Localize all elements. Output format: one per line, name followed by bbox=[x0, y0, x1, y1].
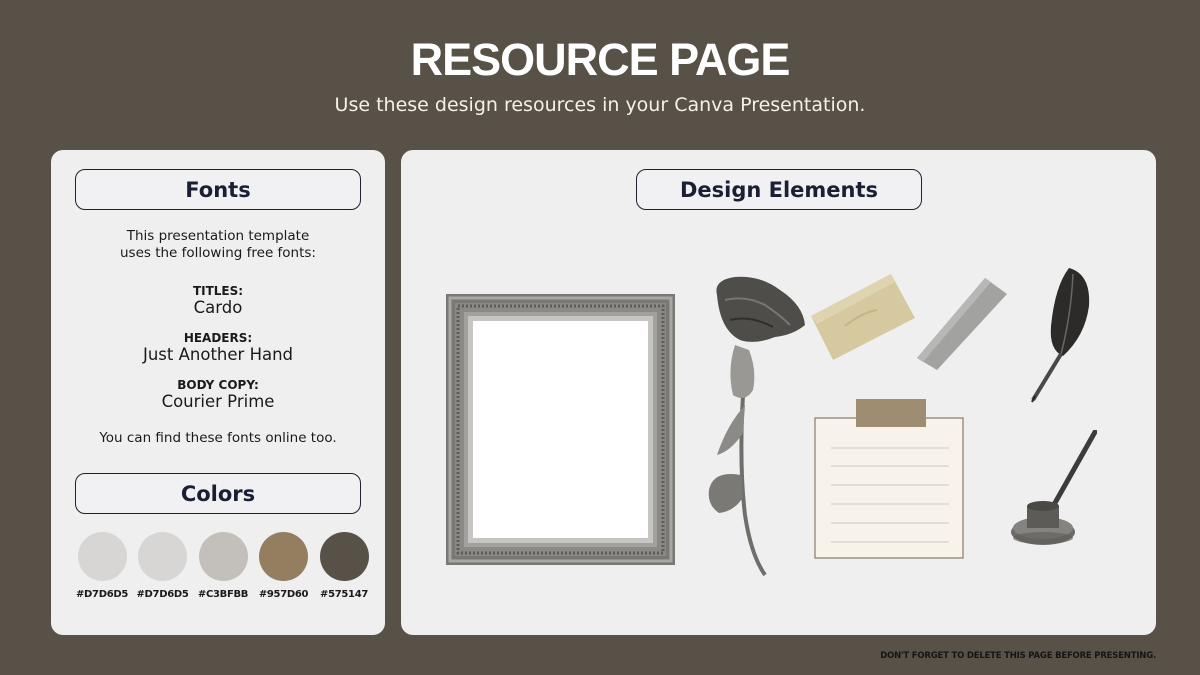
font-entry-headers: HEADERS: Just Another Hand bbox=[51, 331, 385, 364]
color-swatch: #D7D6D5 bbox=[75, 532, 129, 600]
font-entry-body: BODY COPY: Courier Prime bbox=[51, 378, 385, 411]
swatch-dot bbox=[319, 532, 369, 581]
page-title: RESOURCE PAGE bbox=[410, 34, 791, 85]
swatch-dot bbox=[77, 532, 127, 581]
font-name: Just Another Hand bbox=[142, 345, 294, 364]
font-entry-titles: TITLES: Cardo bbox=[51, 284, 385, 317]
fonts-intro-line: This presentation template bbox=[126, 228, 310, 244]
dried-rose-element[interactable] bbox=[705, 275, 815, 580]
color-swatches: #D7D6D5 #D7D6D5 #C3BFBB #957D60 #575147 bbox=[75, 532, 371, 600]
page-subtitle: Use these design resources in your Canva… bbox=[334, 94, 866, 116]
swatch-hex: #D7D6D5 bbox=[75, 589, 129, 600]
swatch-dot bbox=[138, 532, 187, 581]
swatch-hex: #957D60 bbox=[258, 589, 309, 600]
fonts-colors-panel: Fonts This presentation template uses th… bbox=[51, 150, 385, 635]
color-swatch: #D7D6D5 bbox=[136, 532, 190, 600]
quill-feather-element[interactable] bbox=[1029, 266, 1093, 404]
beige-tape-element[interactable] bbox=[805, 266, 917, 362]
gray-tape-element[interactable] bbox=[915, 276, 1011, 372]
delete-reminder-note: DON'T FORGET TO DELETE THIS PAGE BEFORE … bbox=[880, 651, 1156, 661]
font-name: Cardo bbox=[193, 298, 243, 317]
font-name: Courier Prime bbox=[161, 392, 275, 411]
inkwell-element[interactable] bbox=[1005, 430, 1097, 548]
swatch-dot bbox=[259, 532, 308, 581]
colors-heading: Colors bbox=[75, 473, 361, 514]
swatch-hex: #575147 bbox=[319, 589, 369, 600]
color-swatch: #957D60 bbox=[257, 532, 311, 600]
font-label: BODY COPY: bbox=[177, 378, 259, 392]
fonts-heading: Fonts bbox=[75, 169, 361, 210]
fonts-intro-line: uses the following free fonts: bbox=[119, 245, 316, 261]
font-label: TITLES: bbox=[192, 284, 244, 298]
swatch-hex: #D7D6D5 bbox=[136, 589, 189, 600]
picture-frame-element[interactable] bbox=[445, 293, 677, 567]
design-elements-panel: Design Elements bbox=[401, 150, 1156, 635]
fonts-intro: This presentation template uses the foll… bbox=[51, 228, 385, 262]
design-elements-heading: Design Elements bbox=[636, 169, 922, 210]
font-label: HEADERS: bbox=[183, 331, 253, 345]
lined-note-paper-element[interactable] bbox=[811, 397, 967, 561]
color-swatch: #C3BFBB bbox=[196, 532, 250, 600]
color-swatch: #575147 bbox=[317, 532, 371, 600]
fonts-outro: You can find these fonts online too. bbox=[99, 430, 337, 446]
swatch-dot bbox=[198, 532, 248, 581]
swatch-hex: #C3BFBB bbox=[197, 589, 249, 600]
